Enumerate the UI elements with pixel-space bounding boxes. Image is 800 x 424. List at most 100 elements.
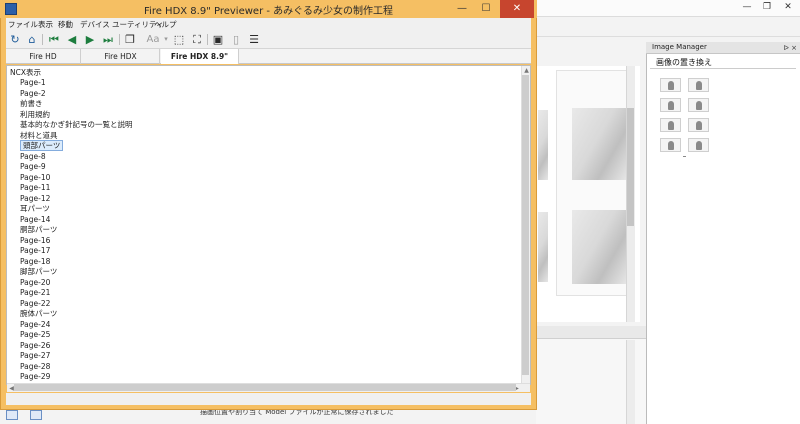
- menu-view[interactable]: 表示: [38, 18, 53, 31]
- ncx-item[interactable]: 材料と道具: [20, 131, 510, 142]
- ncx-item[interactable]: Page-14: [20, 215, 510, 226]
- ncx-item-label: 耳パーツ: [20, 204, 50, 213]
- ncx-item-label: Page-10: [20, 172, 51, 182]
- ncx-item[interactable]: 基本的なかぎ針記号の一覧と説明: [20, 120, 510, 131]
- ncx-item[interactable]: Page-21: [20, 288, 510, 299]
- maximize-button[interactable]: ☐: [474, 0, 498, 18]
- minimize-button[interactable]: —: [450, 0, 474, 18]
- image-thumbnail[interactable]: [688, 118, 709, 132]
- ncx-horizontal-scroll-thumb[interactable]: [14, 384, 516, 391]
- menu-navigate[interactable]: 移動: [58, 18, 73, 31]
- image-manager-controls[interactable]: ᐅ ×: [772, 42, 800, 54]
- toolbar-separator: [42, 34, 43, 45]
- ncx-item-label: Page-16: [20, 235, 51, 245]
- ncx-item[interactable]: 耳パーツ: [20, 204, 510, 215]
- preview-scrollbar-thumb[interactable]: [627, 108, 634, 226]
- menu-help[interactable]: ヘルプ: [154, 18, 177, 31]
- ncx-vertical-scroll-thumb[interactable]: [522, 75, 529, 375]
- ncx-item[interactable]: 脚部パーツ: [20, 267, 510, 278]
- copy-icon[interactable]: ❐: [123, 33, 137, 46]
- image-thumbnail[interactable]: [660, 78, 681, 92]
- ncx-item-label: Page-28: [20, 361, 51, 371]
- ncx-item[interactable]: Page-12: [20, 194, 510, 205]
- image-thumbnail[interactable]: [688, 98, 709, 112]
- page-icon[interactable]: ▯: [229, 33, 243, 46]
- ncx-item[interactable]: Page-24: [20, 320, 510, 331]
- preview-photo-bottom: [572, 210, 626, 284]
- ncx-item-label: Page-26: [20, 340, 51, 350]
- ncx-item[interactable]: 腕体パーツ: [20, 309, 510, 320]
- ncx-item-label: Page-9: [20, 162, 46, 171]
- home-icon[interactable]: ⌂: [25, 33, 39, 46]
- list-view-icon[interactable]: ☰: [247, 33, 261, 46]
- menu-file[interactable]: ファイル: [8, 18, 38, 31]
- ncx-item[interactable]: Page-26: [20, 341, 510, 352]
- ncx-item[interactable]: Page-8: [20, 152, 510, 163]
- font-size-button[interactable]: Aa: [142, 33, 164, 46]
- fit-page-icon[interactable]: ⬚: [172, 33, 186, 46]
- ncx-item-label: 基本的なかぎ針記号の一覧と説明: [20, 120, 133, 129]
- previous-page-icon[interactable]: ◀: [65, 33, 79, 46]
- ncx-list: Page-1 Page-2 前書き利用規約 基本的なかぎ針記号の一覧と説明材料と道具頭…: [20, 78, 510, 384]
- ncx-item[interactable]: Page-16: [20, 236, 510, 247]
- ncx-item-label: Page-1: [20, 78, 46, 87]
- last-page-icon[interactable]: ⏭: [101, 33, 115, 46]
- ncx-item[interactable]: Page-18: [20, 257, 510, 268]
- ncx-item[interactable]: Page-1: [20, 78, 510, 89]
- ncx-item[interactable]: Page-2: [20, 89, 510, 100]
- first-page-icon[interactable]: ⏮: [47, 33, 61, 46]
- ncx-item-label: Page-14: [20, 214, 51, 224]
- ncx-item[interactable]: Page-29: [20, 372, 510, 383]
- tab-fire-hdx[interactable]: Fire HDX: [82, 49, 160, 64]
- ncx-item-label: Page-27: [20, 351, 51, 360]
- ncx-item[interactable]: Page-20: [20, 278, 510, 289]
- ncx-item[interactable]: 前書き: [20, 99, 510, 110]
- image-thumbnail[interactable]: [660, 118, 681, 132]
- ncx-item-label: Page-11: [20, 183, 51, 192]
- ncx-item[interactable]: Page-28: [20, 362, 510, 373]
- bottom-panel-scrollbar[interactable]: [626, 340, 635, 424]
- view-mode-icon[interactable]: [6, 410, 18, 420]
- ncx-item[interactable]: Page-25: [20, 330, 510, 341]
- background-close-button[interactable]: ✕: [777, 1, 799, 13]
- preview-photo-left-top: [538, 110, 548, 180]
- ncx-item[interactable]: Page-9: [20, 162, 510, 173]
- ncx-item-label: Page-22: [20, 298, 51, 308]
- next-page-icon[interactable]: ▶: [83, 33, 97, 46]
- ncx-item-label: Page-29: [20, 372, 51, 381]
- image-thumbnail[interactable]: [688, 138, 709, 152]
- bottom-panel-header: [536, 326, 646, 339]
- ncx-item[interactable]: Page-27: [20, 351, 510, 362]
- image-manager-title: Image Manager: [652, 43, 707, 51]
- tab-fire-hd[interactable]: Fire HD: [6, 49, 81, 64]
- tab-fire-hdx-8-9[interactable]: Fire HDX 8.9": [161, 49, 239, 64]
- background-minimize-button[interactable]: —: [736, 1, 758, 13]
- ncx-item[interactable]: Page-22: [20, 299, 510, 310]
- ncx-item-label: Page-17: [20, 246, 51, 255]
- ncx-item[interactable]: Page-17: [20, 246, 510, 257]
- ncx-title: NCX表示: [10, 68, 41, 77]
- grid-view-icon[interactable]: [30, 410, 42, 420]
- menu-device[interactable]: デバイス: [80, 18, 110, 31]
- close-button[interactable]: ✕: [500, 0, 534, 18]
- ncx-item[interactable]: 利用規約: [20, 110, 510, 121]
- image-thumbnail[interactable]: [688, 78, 709, 92]
- device-icon[interactable]: ▣: [211, 33, 225, 46]
- ncx-item[interactable]: Page-11: [20, 183, 510, 194]
- ncx-item[interactable]: 胴部パーツ: [20, 225, 510, 236]
- image-manager-divider: [650, 68, 796, 69]
- ncx-item[interactable]: 頭部パーツ: [20, 140, 510, 152]
- ncx-item-label: Page-25: [20, 330, 51, 339]
- preview-photo-top: [572, 108, 626, 180]
- image-manager-subtitle: 画像の置き換え: [656, 58, 712, 67]
- fullscreen-icon[interactable]: ⛶: [190, 33, 204, 46]
- font-dropdown-icon[interactable]: ▾: [162, 33, 170, 46]
- ncx-item[interactable]: Page-10: [20, 173, 510, 184]
- image-thumbnail[interactable]: [660, 98, 681, 112]
- image-thumbnail[interactable]: [660, 138, 681, 152]
- background-restore-button[interactable]: ❐: [756, 1, 778, 13]
- rotate-icon[interactable]: ↻: [8, 33, 22, 46]
- scroll-up-icon[interactable]: ▲: [522, 66, 531, 75]
- preview-photo-left-bottom: [538, 212, 548, 282]
- ncx-item-label: 前書き: [20, 99, 43, 108]
